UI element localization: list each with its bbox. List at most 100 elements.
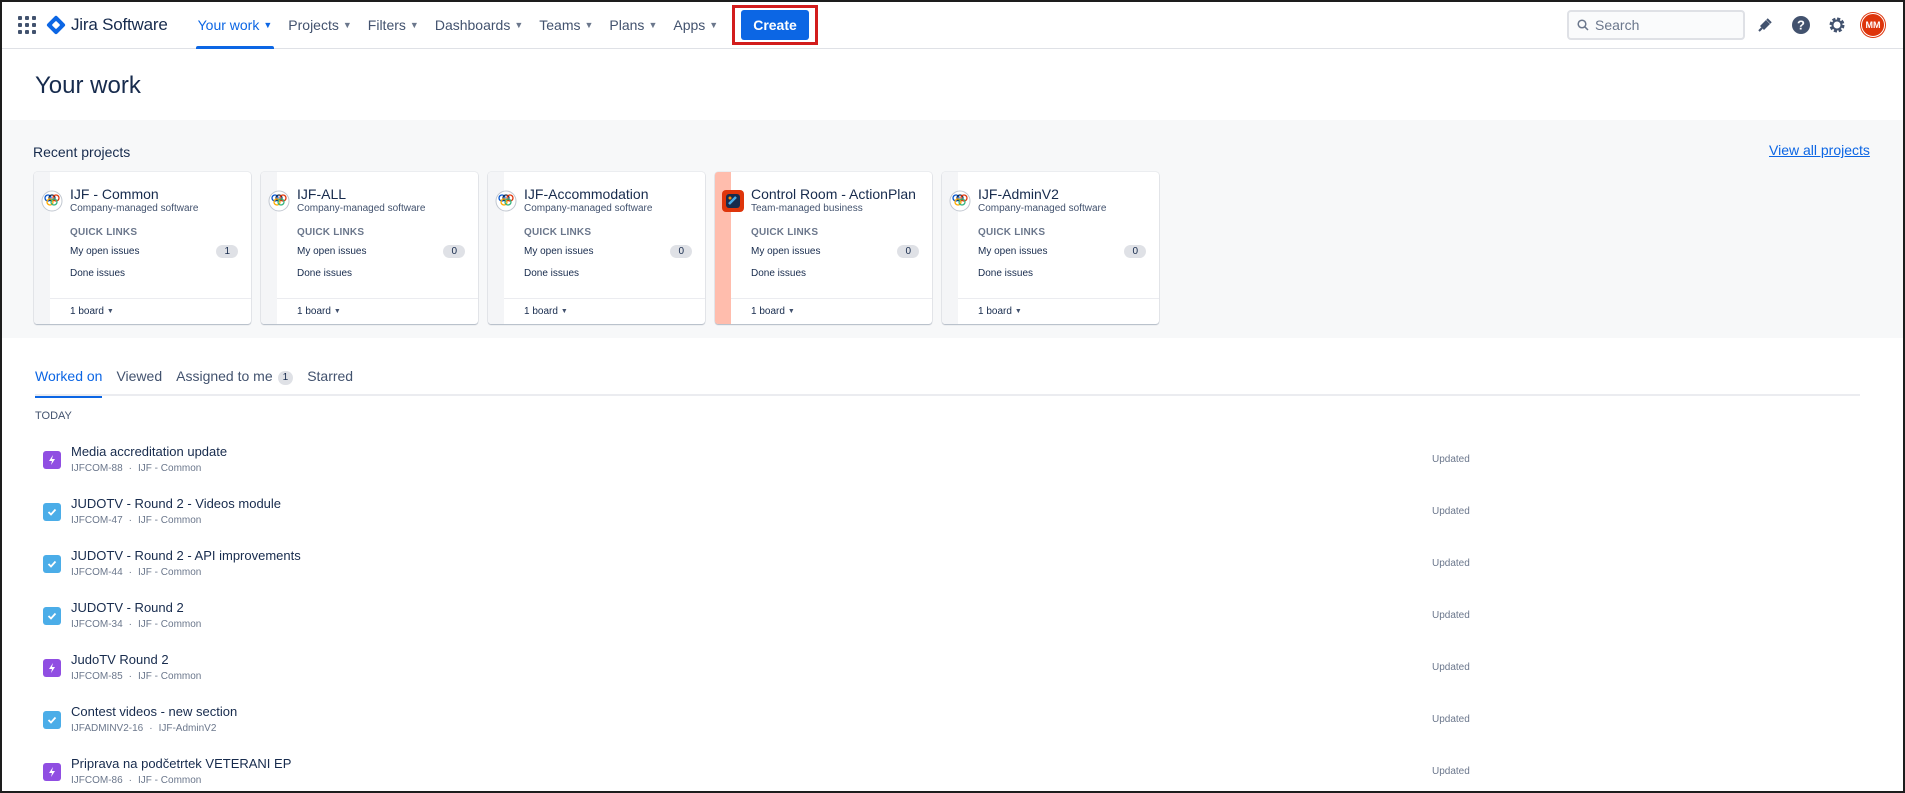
epic-lightning-icon [43,763,61,781]
tab-worked-on[interactable]: Worked on [35,368,103,398]
issue-key: IJFCOM-34 [71,619,123,630]
nav-plans[interactable]: Plans ▼ [601,2,665,49]
issue-meta: IJFCOM-44 · IJF - Common [71,567,201,578]
issue-title: JUDOTV - Round 2 - API improvements [71,548,301,563]
tab-starred[interactable]: Starred [307,368,353,396]
issue-status: Updated [1432,506,1470,517]
project-type: Team-managed business [751,203,863,214]
issue-row[interactable]: JUDOTV - Round 2 IJFCOM-34 · IJF - Common Up… [35,598,1475,638]
issue-meta: IJFADMINV2-16 · IJF-AdminV2 [71,723,216,734]
issue-row[interactable]: JUDOTV - Round 2 - Videos module IJFCOM-4… [35,494,1475,534]
nav-label: Dashboards [434,17,511,33]
nav-projects[interactable]: Projects ▼ [280,2,360,49]
project-type: Company-managed software [978,203,1107,214]
boards-dropdown[interactable]: 1 board ▼ [958,298,1159,324]
link-label: My open issues [978,246,1048,257]
link-label: Done issues [524,268,580,279]
create-button[interactable]: Create [741,10,809,40]
issue-row[interactable]: Contest videos - new section IJFADMINV2-1… [35,702,1475,742]
project-type: Company-managed software [524,203,653,214]
app-name: Jira Software [71,15,168,34]
boards-dropdown[interactable]: 1 board ▼ [277,298,478,324]
nav-label: Apps [673,17,706,33]
done-issues-link[interactable]: Done issues [751,268,919,279]
quick-links-label: QUICK LINKS [751,227,819,238]
control-room-icon [722,190,744,212]
nav-label: Filters [367,17,406,33]
project-card[interactable]: IJF-ALL Company-managed software QUICK L… [261,172,478,324]
nav-apps[interactable]: Apps ▼ [665,2,726,49]
task-checkbox-icon [43,503,61,521]
issue-row[interactable]: JUDOTV - Round 2 - API improvements IJFCO… [35,546,1475,586]
issue-row[interactable]: JudoTV Round 2 IJFCOM-85 · IJF - Common Upda… [35,650,1475,690]
view-all-projects-link[interactable]: View all projects [1769,142,1870,158]
chevron-down-icon: ▼ [709,20,719,30]
project-name: IJF - Common [70,186,159,202]
nav-filters[interactable]: Filters ▼ [360,2,427,49]
ijf-logo-icon [268,190,290,212]
nav-your-work[interactable]: Your work ▼ [190,2,281,49]
issue-project: IJF - Common [138,619,202,630]
done-issues-link[interactable]: Done issues [524,268,692,279]
help-icon[interactable]: ? [1785,9,1817,41]
tab-assigned-to-me[interactable]: Assigned to me 1 [176,368,294,396]
my-open-issues-link[interactable]: My open issues 0 [978,245,1146,258]
quick-links-label: QUICK LINKS [70,227,138,238]
issue-status: Updated [1432,454,1470,465]
boards-dropdown[interactable]: 1 board ▼ [504,298,705,324]
chevron-down-icon: ▼ [342,20,352,30]
boards-dropdown[interactable]: 1 board ▼ [50,298,251,324]
boards-dropdown[interactable]: 1 board ▼ [731,298,932,324]
settings-gear-icon[interactable] [1821,9,1853,41]
done-issues-link[interactable]: Done issues [70,268,238,279]
project-card[interactable]: IJF-Accommodation Company-managed softwa… [488,172,705,324]
user-avatar[interactable]: MM [1861,13,1885,37]
issue-row[interactable]: Media accreditation update IJFCOM-88 · IJF … [35,442,1475,482]
nav-teams[interactable]: Teams ▼ [531,2,601,49]
issue-meta: IJFCOM-86 · IJF - Common [71,775,201,786]
separator-dot: · [128,515,133,526]
my-open-issues-link[interactable]: My open issues 0 [297,245,465,258]
separator-dot: · [128,775,133,786]
issue-meta: IJFCOM-85 · IJF - Common [71,671,201,682]
nav-label: Your work [197,17,260,33]
ijf-logo-icon [495,190,517,212]
page-title: Your work [35,72,141,99]
nav-label: Teams [539,17,581,33]
search-input[interactable] [1595,17,1735,33]
tab-label: Worked on [35,368,103,384]
done-issues-link[interactable]: Done issues [978,268,1146,279]
chevron-down-icon: ▼ [409,20,419,30]
link-label: Done issues [751,268,807,279]
my-open-issues-link[interactable]: My open issues 0 [524,245,692,258]
my-open-issues-link[interactable]: My open issues 0 [751,245,919,258]
quick-links-label: QUICK LINKS [297,227,365,238]
issue-project: IJF - Common [138,515,202,526]
jira-logo[interactable]: Jira Software [46,15,168,35]
open-issues-count: 0 [670,245,692,258]
separator-dot: · [128,463,133,474]
issue-project: IJF-AdminV2 [158,723,217,734]
done-issues-link[interactable]: Done issues [297,268,465,279]
project-card[interactable]: IJF - Common Company-managed software QU… [34,172,251,324]
create-highlight: Create [732,5,818,45]
separator-dot: · [128,671,133,682]
notifications-icon[interactable] [1749,9,1781,41]
issue-row[interactable]: Priprava na podčetrtek VETERANI EP IJFCOM… [35,754,1475,793]
tab-viewed[interactable]: Viewed [116,368,162,396]
project-type: Company-managed software [70,203,199,214]
link-label: Done issues [297,268,353,279]
nav-dashboards[interactable]: Dashboards ▼ [427,2,531,49]
my-open-issues-link[interactable]: My open issues 1 [70,245,238,258]
link-label: My open issues [751,246,821,257]
project-card[interactable]: IJF-AdminV2 Company-managed software QUI… [942,172,1159,324]
tab-label: Starred [307,368,354,384]
epic-lightning-icon [43,659,61,677]
app-switcher-icon[interactable] [18,16,36,34]
open-issues-count: 0 [1124,245,1146,258]
issue-project: IJF - Common [138,775,202,786]
project-card[interactable]: Control Room - ActionPlan Team-managed b… [715,172,932,324]
top-navigation: Jira Software Your work ▼ Projects ▼ Filte… [2,2,1903,49]
project-cards: IJF - Common Company-managed software QU… [34,172,1169,324]
separator-dot: · [128,619,133,630]
